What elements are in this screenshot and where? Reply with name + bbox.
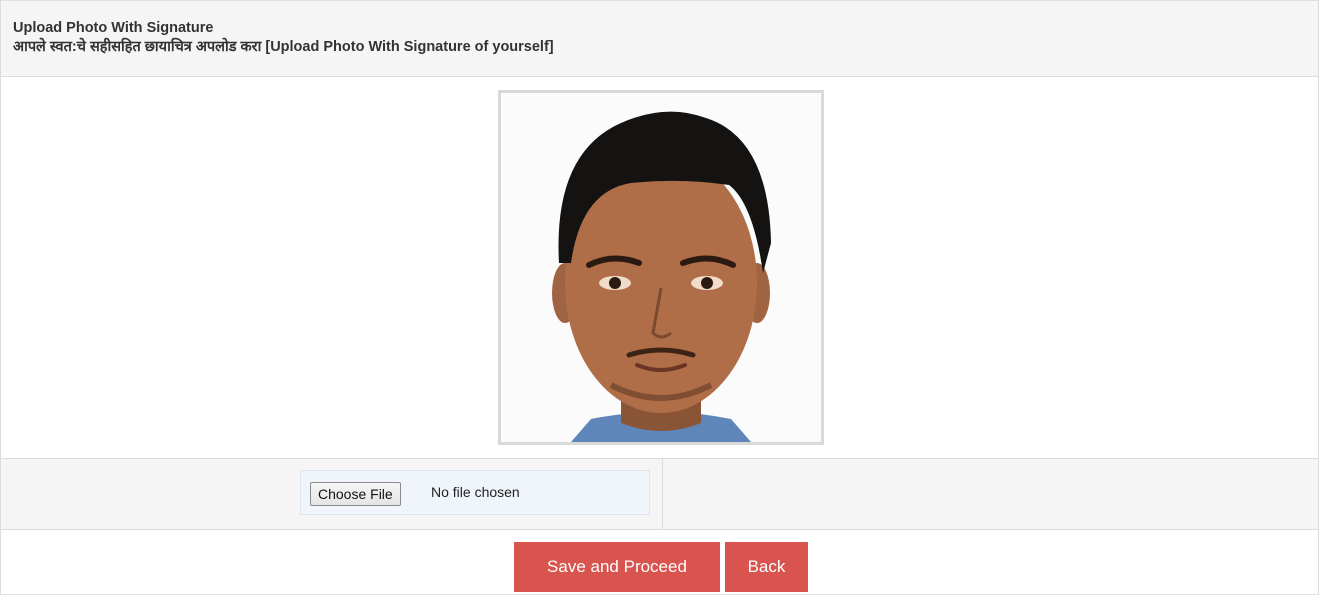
column-divider [662,459,663,529]
choose-file-button[interactable]: Choose File [310,482,401,506]
upload-photo-panel: Upload Photo With Signature आपले स्वत:चे… [0,0,1319,595]
file-status-text: No file chosen [431,484,520,500]
photo-preview [498,90,824,445]
file-input-container: Choose File No file chosen [300,470,650,515]
person-portrait-image [501,93,821,442]
back-button[interactable]: Back [725,542,808,592]
file-upload-row: Choose File No file chosen [1,459,1318,530]
panel-header: Upload Photo With Signature आपले स्वत:चे… [1,0,1318,77]
save-and-proceed-button[interactable]: Save and Proceed [514,542,720,592]
action-bar: Save and Proceed Back [1,530,1318,592]
panel-subtitle: आपले स्वत:चे सहीसहित छायाचित्र अपलोड करा… [13,39,554,55]
panel-title: Upload Photo With Signature [13,20,214,36]
photo-preview-row [1,77,1318,459]
